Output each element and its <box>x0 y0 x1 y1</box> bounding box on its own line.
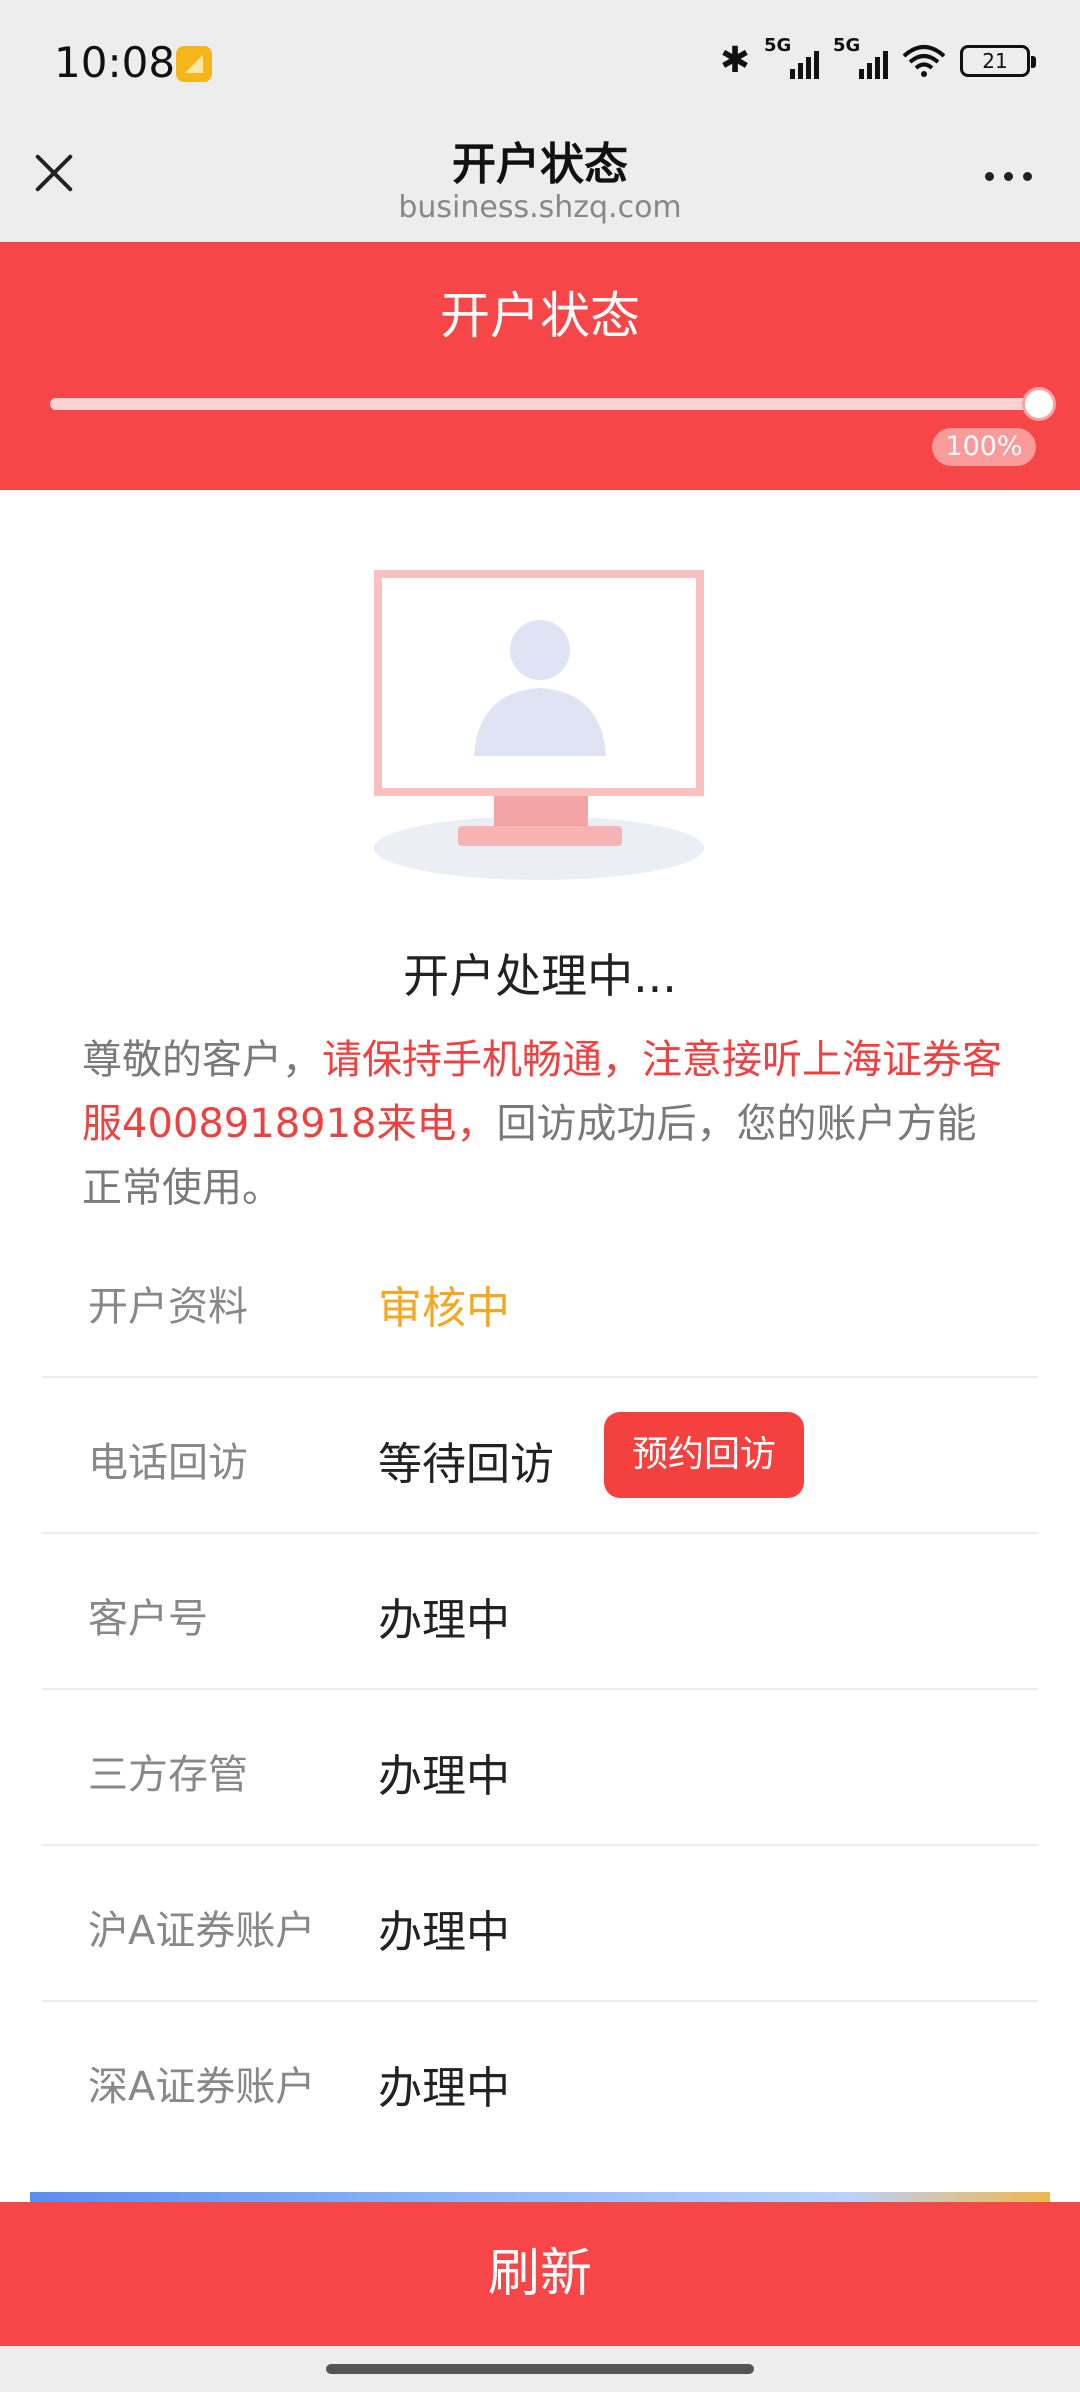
progress-fill <box>50 398 1038 410</box>
status-icons: ✱ 5G 5G 21 <box>719 35 1036 81</box>
home-gesture-handle[interactable] <box>326 2364 754 2374</box>
row-label: 电话回访 <box>88 1440 248 1486</box>
row-account-info: 开户资料 审核中 <box>42 1222 1038 1378</box>
row-label: 客户号 <box>88 1596 208 1642</box>
row-label: 沪A证券账户 <box>88 1908 316 1954</box>
notice-prefix: 尊敬的客户， <box>82 1037 322 1083</box>
battery-icon: 21 <box>960 44 1036 77</box>
notification-icon <box>176 46 212 82</box>
header-title: 开户状态 <box>440 287 640 345</box>
bluetooth-icon: ✱ <box>719 40 750 81</box>
signal-icon: 5G <box>833 35 888 79</box>
row-label: 三方存管 <box>88 1752 248 1798</box>
status-header: 开户状态 100% <box>0 242 1080 490</box>
page-url: business.shzq.com <box>398 190 682 225</box>
progress-label: 100% <box>932 428 1036 466</box>
refresh-button[interactable]: 刷新 <box>0 2202 1080 2346</box>
progress-knob <box>1022 387 1056 421</box>
row-customer-id: 客户号 办理中 <box>42 1534 1038 1690</box>
row-value: 办理中 <box>378 2063 510 2114</box>
wifi-icon <box>902 44 946 77</box>
status-bar: 10:08 ✱ 5G 5G 21 <box>0 0 1080 128</box>
notice-text: 尊敬的客户，请保持手机畅通，注意接听上海证券客服4008918918来电，回访成… <box>82 1028 1012 1220</box>
schedule-callback-button[interactable]: 预约回访 <box>604 1412 804 1498</box>
row-value: 等待回访 <box>378 1439 554 1490</box>
computer-user-illustration <box>374 570 704 880</box>
row-phone-visit: 电话回访 等待回访 预约回访 <box>42 1378 1038 1534</box>
status-list: 开户资料 审核中 电话回访 等待回访 预约回访 客户号 办理中 三方存管 办理中… <box>42 1222 1038 2158</box>
row-value: 办理中 <box>378 1595 510 1646</box>
status-time: 10:08 <box>54 38 176 87</box>
title-bar: 开户状态 business.shzq.com <box>0 128 1080 242</box>
row-label: 深A证券账户 <box>88 2064 316 2110</box>
more-icon[interactable] <box>985 172 1032 181</box>
row-value: 办理中 <box>378 1907 510 1958</box>
row-value: 审核中 <box>378 1283 510 1334</box>
status-heading: 开户处理中... <box>403 949 677 1003</box>
signal-tag: 5G <box>833 34 861 56</box>
row-sh-a-account: 沪A证券账户 办理中 <box>42 1846 1038 2002</box>
row-third-party-custody: 三方存管 办理中 <box>42 1690 1038 1846</box>
row-sz-a-account: 深A证券账户 办理中 <box>42 2002 1038 2158</box>
system-nav-bar <box>0 2346 1080 2392</box>
progress-bar <box>50 398 1038 410</box>
row-value: 办理中 <box>378 1751 510 1802</box>
row-label: 开户资料 <box>88 1284 248 1330</box>
signal-icon: 5G <box>764 35 819 79</box>
page-title: 开户状态 <box>452 139 628 190</box>
signal-tag: 5G <box>764 34 792 56</box>
